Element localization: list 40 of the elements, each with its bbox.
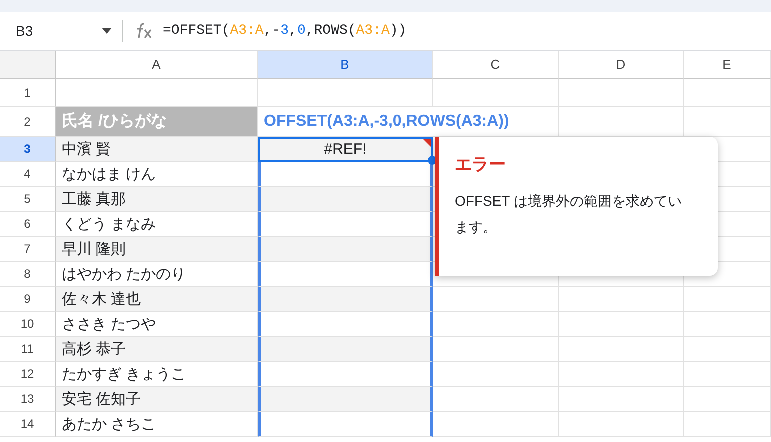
row-header[interactable]: 4 bbox=[0, 162, 56, 187]
table-cell[interactable] bbox=[258, 387, 433, 412]
column-header[interactable]: A bbox=[56, 51, 258, 79]
row-header[interactable]: 10 bbox=[0, 312, 56, 337]
row-header[interactable]: 12 bbox=[0, 362, 56, 387]
row-header[interactable]: 8 bbox=[0, 262, 56, 287]
cell-text: くどう まなみ bbox=[62, 214, 156, 234]
row-header[interactable]: 6 bbox=[0, 212, 56, 237]
formula-input[interactable]: =OFFSET(A3:A,-3,0,ROWS(A3:A)) bbox=[163, 23, 407, 39]
cell-text: 高杉 恭子 bbox=[62, 340, 126, 358]
row-header[interactable]: 3 bbox=[0, 137, 56, 162]
formula-text: OFFSET(A3:A,-3,0,ROWS(A3:A)) bbox=[264, 112, 510, 130]
column-header[interactable]: C bbox=[433, 51, 559, 79]
name-box[interactable]: B3 bbox=[16, 23, 102, 39]
cell-text: たかすぎ きょうこ bbox=[62, 364, 186, 384]
cell-text: 佐々木 達也 bbox=[62, 290, 142, 308]
cell-text: 早川 隆則 bbox=[62, 240, 126, 258]
table-cell[interactable] bbox=[258, 287, 433, 312]
cell-text: 工藤 真那 bbox=[62, 190, 126, 208]
cell-text: あたか さちこ bbox=[62, 414, 156, 434]
row-header[interactable]: 14 bbox=[0, 412, 56, 437]
table-cell[interactable] bbox=[258, 412, 433, 437]
column-header[interactable]: B bbox=[258, 51, 433, 79]
table-cell[interactable] bbox=[258, 187, 433, 212]
header-text: 氏名 /ひらがな bbox=[62, 111, 167, 132]
column-header[interactable]: E bbox=[684, 51, 771, 79]
error-title: エラー bbox=[455, 154, 507, 176]
column-header[interactable]: D bbox=[559, 51, 684, 79]
row-header[interactable]: 1 bbox=[0, 79, 56, 107]
table-cell[interactable]: #REF! bbox=[258, 137, 433, 162]
cell-text: ささき たつや bbox=[62, 314, 156, 334]
table-cell[interactable] bbox=[258, 237, 433, 262]
cell-text: なかはま けん bbox=[62, 164, 156, 184]
cell-text: はやかわ たかのり bbox=[62, 264, 186, 284]
error-message: OFFSET は境界外の範囲を求めています。 bbox=[455, 192, 683, 237]
cell-text: 安宅 佐知子 bbox=[62, 390, 142, 408]
dropdown-caret-icon[interactable] bbox=[102, 28, 112, 34]
cell-text: #REF! bbox=[324, 141, 367, 158]
cell-text: 中濱 賢 bbox=[62, 140, 112, 158]
table-cell[interactable] bbox=[258, 337, 433, 362]
